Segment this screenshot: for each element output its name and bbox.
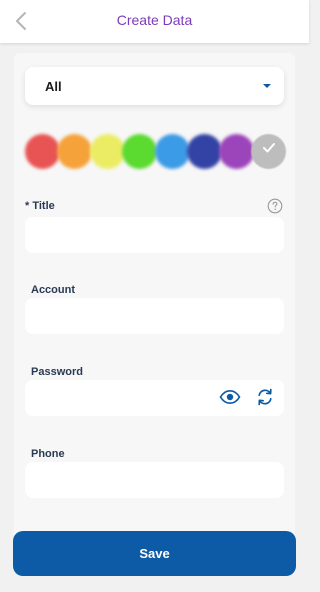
phone-label: Phone xyxy=(31,448,65,460)
eye-icon[interactable] xyxy=(219,389,241,405)
color-swatch-blue[interactable] xyxy=(155,134,190,169)
color-swatch-red[interactable] xyxy=(25,134,60,169)
page-title: Create Data xyxy=(116,12,193,28)
color-swatch-green[interactable] xyxy=(122,134,157,169)
color-swatch-purple[interactable] xyxy=(219,134,254,169)
refresh-icon[interactable] xyxy=(255,387,275,407)
save-button[interactable]: Save xyxy=(13,531,296,576)
password-input[interactable] xyxy=(25,380,284,416)
account-input[interactable] xyxy=(25,298,284,334)
caret-down-icon xyxy=(263,84,271,88)
app-header: Create Data xyxy=(0,0,309,43)
color-swatch-indigo[interactable] xyxy=(187,134,222,169)
phone-input[interactable] xyxy=(25,462,284,498)
password-label: Password xyxy=(31,366,83,378)
check-icon xyxy=(263,143,275,153)
color-swatch-yellow[interactable] xyxy=(90,134,125,169)
color-swatch-orange[interactable] xyxy=(57,134,92,169)
account-label: Account xyxy=(31,284,75,296)
help-circle-icon[interactable] xyxy=(267,198,283,214)
title-input[interactable] xyxy=(25,217,284,253)
category-select-value: All xyxy=(45,79,62,94)
title-label: * Title xyxy=(25,200,55,212)
category-select[interactable]: All xyxy=(25,67,284,105)
